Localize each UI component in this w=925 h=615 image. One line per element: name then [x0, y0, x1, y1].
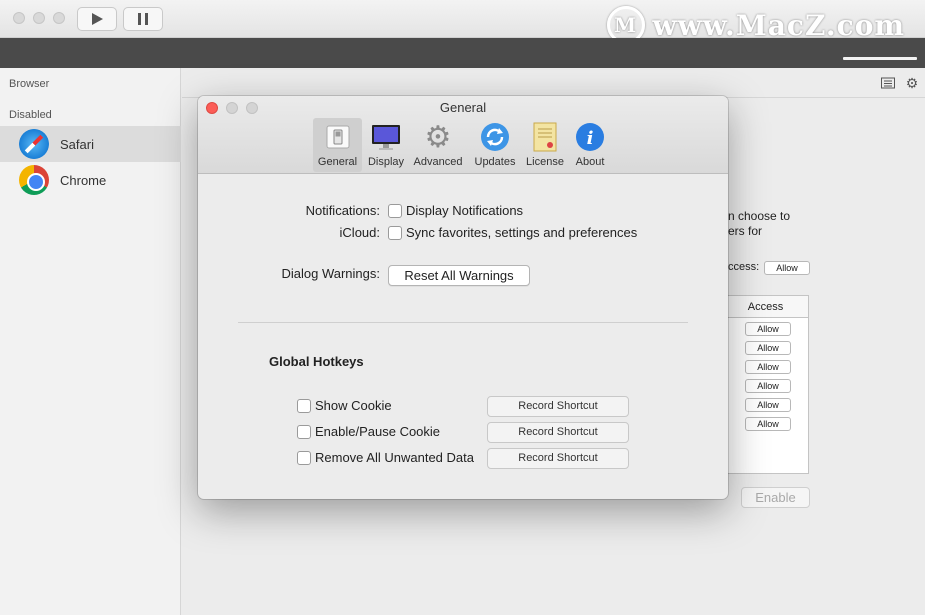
gear-icon: ⚙ — [424, 120, 452, 154]
remove-unwanted-data-label[interactable]: Remove All Unwanted Data — [315, 450, 474, 465]
allow-row-button[interactable]: Allow — [745, 322, 791, 336]
show-cookie-label[interactable]: Show Cookie — [315, 398, 392, 413]
dialog-header: General General Display ⚙ Advanced Updat… — [198, 96, 728, 174]
record-shortcut-button[interactable]: Record Shortcut — [487, 396, 629, 417]
tab-advanced[interactable]: ⚙ Advanced — [410, 118, 466, 172]
show-cookie-checkbox[interactable] — [297, 399, 311, 413]
sync-favorites-label[interactable]: Sync favorites, settings and preferences — [406, 225, 637, 240]
tab-label: Advanced — [413, 156, 463, 168]
sidebar-item-safari[interactable]: Safari — [0, 126, 181, 162]
close-window-button[interactable] — [13, 12, 25, 24]
sidebar-section-browser: Browser — [9, 78, 50, 90]
svg-text:i: i — [587, 128, 594, 149]
notifications-label: Notifications: — [305, 203, 380, 218]
sidebar-item-label: Chrome — [60, 172, 107, 188]
play-button[interactable] — [77, 7, 117, 31]
remove-unwanted-data-checkbox[interactable] — [297, 451, 311, 465]
minimize-window-button[interactable] — [33, 12, 45, 24]
sync-icon — [479, 121, 511, 153]
certificate-icon — [529, 121, 561, 153]
main-toolbar: M www.MacZ.com — [0, 0, 925, 44]
allow-row-button[interactable]: Allow — [745, 398, 791, 412]
record-shortcut-button[interactable]: Record Shortcut — [487, 422, 629, 443]
display-notifications-label[interactable]: Display Notifications — [406, 203, 523, 218]
background-text-3: ccess: — [728, 261, 760, 273]
allow-row-button[interactable]: Allow — [745, 417, 791, 431]
info-icon: i — [574, 121, 606, 153]
tab-display[interactable]: Display — [364, 118, 408, 172]
preferences-dialog: General General Display ⚙ Advanced Updat… — [198, 96, 728, 499]
dialog-warnings-label: Dialog Warnings: — [281, 266, 380, 281]
display-notifications-checkbox[interactable] — [388, 204, 402, 218]
sidebar-item-chrome[interactable]: Chrome — [0, 162, 181, 198]
allow-row-button[interactable]: Allow — [745, 360, 791, 374]
monitor-icon — [370, 121, 402, 153]
enable-pause-cookie-checkbox[interactable] — [297, 425, 311, 439]
dialog-title: General — [439, 100, 487, 115]
tab-label: License — [526, 156, 564, 168]
chrome-icon — [19, 165, 49, 195]
tab-license[interactable]: License — [523, 118, 567, 172]
content-toolbar: ⚙ — [182, 68, 925, 98]
enable-pause-cookie-label[interactable]: Enable/Pause Cookie — [315, 424, 440, 439]
tab-label: Updates — [474, 156, 516, 168]
dark-header-bar — [0, 38, 925, 68]
sidebar-item-label: Safari — [60, 136, 94, 152]
tab-label: About — [575, 156, 605, 168]
enable-button[interactable]: Enable — [741, 487, 810, 508]
sidebar: Browser Disabled Safari Chrome — [0, 68, 181, 615]
tab-updates[interactable]: Updates — [470, 118, 520, 172]
tab-label: Display — [367, 156, 405, 168]
header-underline — [843, 57, 917, 60]
safari-icon — [19, 129, 49, 159]
icloud-label: iCloud: — [339, 225, 380, 240]
watermark-text: www.MacZ.com — [652, 8, 905, 42]
pause-icon — [138, 13, 148, 25]
access-column-header: Access — [723, 296, 808, 318]
allow-button[interactable]: Allow — [764, 261, 810, 275]
sync-favorites-checkbox[interactable] — [388, 226, 402, 240]
allow-row-button[interactable]: Allow — [745, 379, 791, 393]
background-text-2: ers for — [728, 224, 763, 238]
section-divider — [238, 322, 688, 323]
reset-all-warnings-button[interactable]: Reset All Warnings — [388, 265, 530, 286]
settings-gear-icon[interactable]: ⚙ — [904, 75, 920, 91]
record-shortcut-button[interactable]: Record Shortcut — [487, 448, 629, 469]
global-hotkeys-title: Global Hotkeys — [269, 354, 364, 369]
pause-button[interactable] — [123, 7, 163, 31]
list-view-icon[interactable] — [880, 75, 896, 91]
sidebar-section-disabled: Disabled — [9, 109, 52, 121]
zoom-window-button[interactable] — [53, 12, 65, 24]
tab-general[interactable]: General — [313, 118, 362, 172]
allow-row-button[interactable]: Allow — [745, 341, 791, 355]
background-text-1: n choose to — [728, 209, 791, 223]
tab-about[interactable]: i About — [571, 118, 609, 172]
switch-icon — [322, 121, 354, 153]
tab-label: General — [317, 156, 358, 168]
play-icon — [92, 13, 103, 25]
